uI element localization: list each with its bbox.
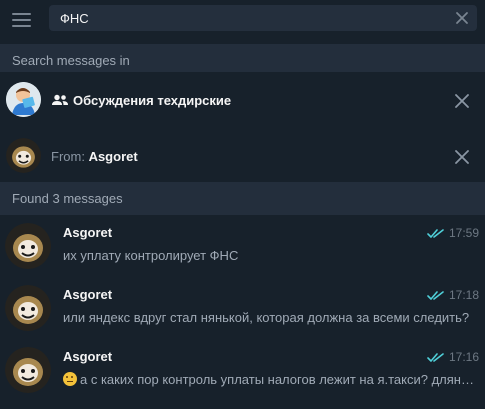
message-result[interactable]: Asgoret 17:18 или яндекс вдруг стал нянь… bbox=[0, 278, 485, 339]
from-filter-row[interactable]: From: Asgoret bbox=[0, 128, 485, 186]
message-time: 17:18 bbox=[448, 288, 479, 302]
search-box[interactable] bbox=[49, 5, 477, 31]
from-name: Asgoret bbox=[88, 149, 138, 164]
close-icon[interactable] bbox=[455, 150, 469, 164]
chat-filter-name: Обсуждения техдирские bbox=[73, 93, 232, 108]
search-input[interactable] bbox=[60, 9, 440, 27]
message-text: а с каких пор контроль уплаты налогов ле… bbox=[80, 372, 478, 387]
message-sender: Asgoret bbox=[63, 349, 113, 364]
chat-avatar bbox=[6, 82, 41, 117]
clear-search-icon[interactable] bbox=[455, 11, 469, 25]
double-check-icon bbox=[427, 291, 444, 300]
message-result[interactable]: Asgoret 17:59 их уплату контролирует ФНС bbox=[0, 216, 485, 277]
top-bar bbox=[0, 0, 485, 42]
message-text: или яндекс вдруг стал нянькой, которая д… bbox=[63, 310, 470, 325]
message-time: 17:59 bbox=[448, 226, 479, 240]
hamburger-menu-icon[interactable] bbox=[12, 13, 31, 28]
message-text: их уплату контролирует ФНС bbox=[63, 248, 239, 263]
from-prefix: From: bbox=[51, 149, 89, 164]
user-avatar bbox=[6, 138, 41, 173]
message-time: 17:16 bbox=[448, 350, 479, 364]
double-check-icon bbox=[427, 353, 444, 362]
user-avatar bbox=[5, 285, 51, 331]
message-sender: Asgoret bbox=[63, 287, 113, 302]
close-icon[interactable] bbox=[455, 94, 469, 108]
message-sender: Asgoret bbox=[63, 225, 113, 240]
user-avatar bbox=[5, 347, 51, 393]
user-avatar bbox=[5, 223, 51, 269]
message-text-container: а с каких пор контроль уплаты налогов ле… bbox=[63, 372, 478, 387]
from-filter-label: From: Asgoret bbox=[51, 149, 138, 164]
chat-filter-row[interactable]: Обсуждения техдирские bbox=[0, 72, 485, 130]
double-check-icon bbox=[427, 229, 444, 238]
message-result[interactable]: Asgoret 17:16 а с каких пор контроль упл… bbox=[0, 340, 485, 401]
results-header: Found 3 messages bbox=[0, 182, 485, 215]
group-icon bbox=[52, 94, 68, 105]
thinking-emoji-icon bbox=[63, 372, 77, 386]
